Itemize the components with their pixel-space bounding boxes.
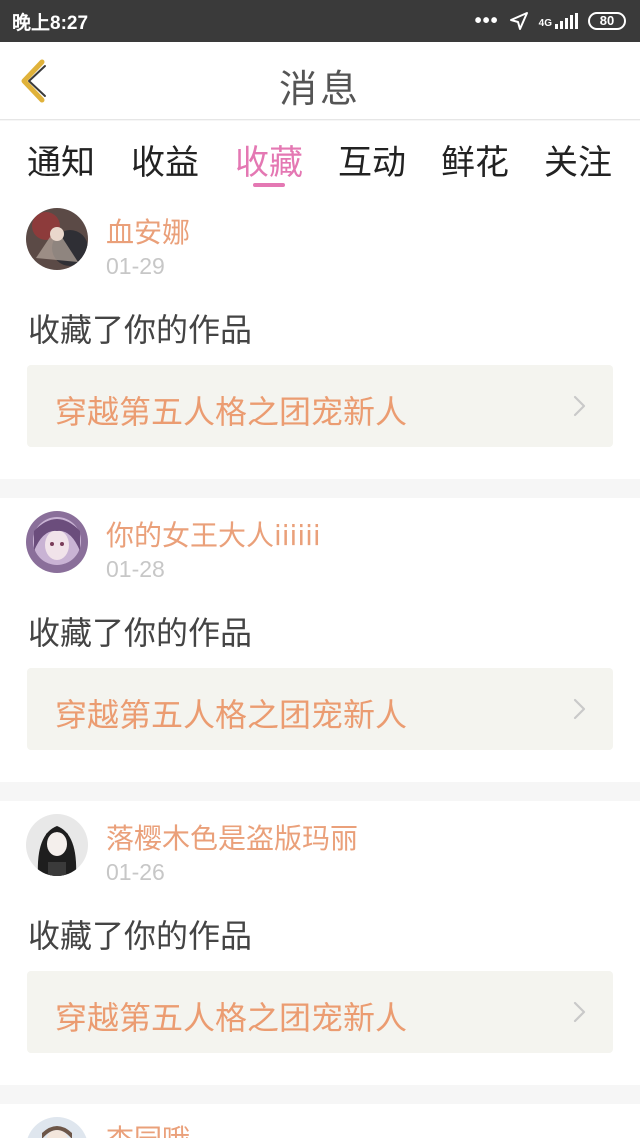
tab-interactions[interactable]: 互动 xyxy=(335,135,409,184)
status-time: 晚上8:27 xyxy=(12,12,89,34)
chevron-right-icon xyxy=(573,698,586,720)
tab-flowers[interactable]: 鲜花 xyxy=(438,135,512,184)
username[interactable]: 你的女王大人iiiiii xyxy=(106,514,321,554)
message-card: 血安娜 01-29 收藏了你的作品 穿越第五人格之团宠新人 xyxy=(0,195,640,479)
tab-favorites[interactable]: 收藏 xyxy=(232,135,306,184)
chevron-right-icon xyxy=(573,1001,586,1023)
tab-earnings[interactable]: 收益 xyxy=(128,135,202,184)
tab-bar: 通知 收益 收藏 互动 鲜花 关注 xyxy=(0,121,640,195)
app-header: 消息 xyxy=(0,42,640,120)
message-text: 收藏了你的作品 xyxy=(28,614,253,652)
message-card: 你的女王大人iiiiii 01-28 收藏了你的作品 穿越第五人格之团宠新人 xyxy=(0,498,640,782)
message-card: 杢园哦 xyxy=(0,1104,640,1138)
message-date: 01-28 xyxy=(106,556,165,582)
username[interactable]: 血安娜 xyxy=(106,211,190,251)
work-title: 穿越第五人格之团宠新人 xyxy=(55,696,408,734)
message-card: 落樱木色是盗版玛丽 01-26 收藏了你的作品 穿越第五人格之团宠新人 xyxy=(0,801,640,1085)
tab-following[interactable]: 关注 xyxy=(541,135,615,184)
battery-icon: 80 xyxy=(588,12,626,30)
message-date: 01-29 xyxy=(106,253,165,279)
work-title: 穿越第五人格之团宠新人 xyxy=(55,999,408,1037)
avatar[interactable] xyxy=(26,1117,88,1138)
work-title: 穿越第五人格之团宠新人 xyxy=(55,393,408,431)
network-type: 4G xyxy=(538,18,552,29)
work-link[interactable]: 穿越第五人格之团宠新人 xyxy=(27,668,613,750)
username[interactable]: 落樱木色是盗版玛丽 xyxy=(106,817,358,857)
work-link[interactable]: 穿越第五人格之团宠新人 xyxy=(27,971,613,1053)
avatar[interactable] xyxy=(26,208,88,270)
username[interactable]: 杢园哦 xyxy=(106,1118,190,1138)
work-link[interactable]: 穿越第五人格之团宠新人 xyxy=(27,365,613,447)
avatar[interactable] xyxy=(26,511,88,573)
chevron-right-icon xyxy=(573,395,586,417)
tab-notifications[interactable]: 通知 xyxy=(24,135,98,184)
location-arrow-icon xyxy=(509,12,528,30)
message-date: 01-26 xyxy=(106,859,165,885)
avatar[interactable] xyxy=(26,814,88,876)
more-dots-icon: ••• xyxy=(474,10,499,32)
message-text: 收藏了你的作品 xyxy=(28,311,253,349)
message-text: 收藏了你的作品 xyxy=(28,917,253,955)
status-bar: 晚上8:27 ••• 4G 80 xyxy=(0,0,640,42)
status-icons: ••• 4G 80 xyxy=(475,11,626,31)
signal-icon xyxy=(555,13,578,29)
active-tab-indicator xyxy=(253,183,285,187)
page-title: 消息 xyxy=(278,67,361,111)
